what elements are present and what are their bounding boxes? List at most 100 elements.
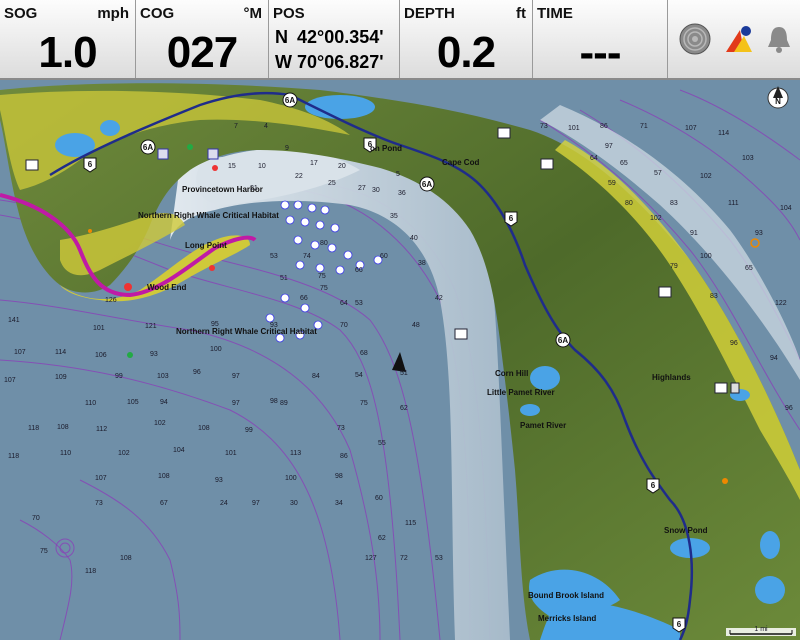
lat-hemisphere: N bbox=[275, 27, 288, 47]
depth-sounding: 108 bbox=[120, 555, 132, 562]
depth-sounding: 107 bbox=[95, 475, 107, 482]
depth-sounding: 108 bbox=[158, 473, 170, 480]
route-6-d: 6 bbox=[651, 481, 656, 490]
depth-sounding: 48 bbox=[412, 322, 420, 329]
depth-sounding: 53 bbox=[270, 253, 278, 260]
depth-sounding: 53 bbox=[355, 300, 363, 307]
depth-sounding: 4 bbox=[264, 123, 268, 130]
depth-sounding: 99 bbox=[115, 373, 123, 380]
depth-sounding: 59 bbox=[608, 180, 616, 187]
cog-panel[interactable]: COG °M 027 bbox=[136, 0, 269, 78]
sog-unit: mph bbox=[97, 5, 129, 22]
alarm-warning-icon[interactable] bbox=[722, 22, 756, 56]
depth-sounding: 96 bbox=[193, 369, 201, 376]
depth-sounding: 83 bbox=[670, 200, 678, 207]
lon-value: 70°06.827' bbox=[297, 52, 384, 72]
sonar-disc-icon[interactable] bbox=[678, 22, 712, 56]
depth-sounding: 86 bbox=[600, 123, 608, 130]
sog-panel[interactable]: SOG mph 1.0 bbox=[0, 0, 136, 78]
route-6a-c: 6A bbox=[422, 180, 432, 189]
label-long-point: Long Point bbox=[185, 241, 227, 250]
time-value: --- bbox=[579, 28, 622, 77]
depth-sounding: 96 bbox=[785, 405, 793, 412]
depth-sounding: 112 bbox=[96, 426, 107, 433]
depth-sounding: 80 bbox=[320, 240, 328, 247]
route-6a-d: 6A bbox=[558, 336, 568, 345]
depth-sounding: 102 bbox=[700, 173, 712, 180]
depth-sounding: 62 bbox=[378, 535, 386, 542]
depth-sounding: 107 bbox=[4, 377, 16, 384]
depth-sounding: 66 bbox=[300, 295, 308, 302]
pos-label: POS bbox=[273, 5, 305, 22]
depth-panel[interactable]: DEPTH ft 0.2 bbox=[400, 0, 533, 78]
depth-sounding: 22 bbox=[295, 173, 303, 180]
depth-sounding: 24 bbox=[220, 500, 228, 507]
depth-sounding: 60 bbox=[375, 495, 383, 502]
time-panel[interactable]: TIME --- bbox=[533, 0, 668, 78]
depth-sounding: 35 bbox=[390, 213, 398, 220]
depth-sounding: 97 bbox=[232, 400, 240, 407]
depth-sounding: 67 bbox=[160, 500, 168, 507]
depth-sounding: 110 bbox=[60, 450, 71, 457]
depth-sounding: 5 bbox=[396, 171, 400, 178]
depth-sounding: 106 bbox=[95, 352, 107, 359]
depth-sounding: 10 bbox=[258, 163, 266, 170]
depth-sounding: 97 bbox=[252, 500, 260, 507]
sog-label: SOG bbox=[4, 5, 38, 22]
depth-sounding: 93 bbox=[270, 322, 278, 329]
depth-sounding: 89 bbox=[280, 400, 288, 407]
label-corn-hill: Corn Hill bbox=[495, 369, 528, 378]
label-nrwch-1: Northern Right Whale Critical Habitat bbox=[138, 211, 279, 220]
depth-value: 0.2 bbox=[436, 28, 496, 77]
depth-sounding: 104 bbox=[173, 447, 185, 454]
depth-sounding: 108 bbox=[198, 425, 210, 432]
label-cape-cod: Cape Cod bbox=[442, 158, 479, 167]
depth-sounding: 118 bbox=[85, 568, 96, 575]
nautical-chart[interactable]: 6A 6A 6 6 6A 6 6A 6 6 Provincetown Harbo… bbox=[0, 80, 800, 640]
depth-sounding: 100 bbox=[210, 346, 222, 353]
depth-sounding: 95 bbox=[211, 321, 219, 328]
depth-sounding: 97 bbox=[605, 143, 613, 150]
label-pamet-river: Pamet River bbox=[520, 421, 566, 430]
depth-sounding: 126 bbox=[105, 297, 117, 304]
label-nrwch-2: Northern Right Whale Critical Habitat bbox=[176, 327, 317, 336]
depth-sounding: 110 bbox=[85, 400, 96, 407]
depth-sounding: 93 bbox=[755, 230, 763, 237]
lon-hemisphere: W bbox=[275, 52, 292, 72]
route-6-b: 6 bbox=[88, 160, 93, 169]
depth-sounding: 107 bbox=[14, 349, 26, 356]
pos-lon: W 70°06.827' bbox=[275, 52, 384, 73]
depth-sounding: 98 bbox=[335, 473, 343, 480]
depth-sounding: 72 bbox=[400, 555, 408, 562]
depth-sounding: 54 bbox=[355, 372, 363, 379]
depth-sounding: 101 bbox=[93, 325, 105, 332]
depth-sounding: 53 bbox=[435, 555, 443, 562]
label-highlands: Highlands bbox=[652, 373, 691, 382]
depth-sounding: 107 bbox=[685, 125, 697, 132]
depth-sounding: 64 bbox=[590, 155, 598, 162]
depth-sounding: 73 bbox=[95, 500, 103, 507]
bell-icon[interactable] bbox=[762, 22, 796, 56]
depth-sounding: 30 bbox=[290, 500, 298, 507]
depth-sounding: 91 bbox=[690, 230, 698, 237]
scale-label: 1 mi bbox=[754, 626, 768, 633]
label-pond: on Pond bbox=[370, 144, 402, 153]
depth-sounding: 17 bbox=[310, 160, 318, 167]
route-6a-north: 6A bbox=[285, 96, 295, 105]
depth-sounding: 51 bbox=[280, 275, 288, 282]
depth-sounding: 86 bbox=[340, 453, 348, 460]
depth-sounding: 93 bbox=[215, 477, 223, 484]
pos-panel[interactable]: POS N 42°00.354' W 70°06.827' bbox=[269, 0, 400, 78]
depth-sounding: 113 bbox=[290, 450, 301, 457]
depth-sounding: 75 bbox=[360, 400, 368, 407]
depth-sounding: 122 bbox=[775, 300, 787, 307]
depth-sounding: 64 bbox=[340, 300, 348, 307]
depth-sounding: 51 bbox=[400, 370, 408, 377]
pos-lat: N 42°00.354' bbox=[275, 27, 384, 48]
depth-sounding: 84 bbox=[312, 373, 320, 380]
depth-sounding: 66 bbox=[355, 267, 363, 274]
depth-sounding: 55 bbox=[378, 440, 386, 447]
depth-label: DEPTH bbox=[404, 5, 455, 22]
depth-sounding: 34 bbox=[335, 500, 343, 507]
depth-sounding: 111 bbox=[728, 200, 739, 207]
